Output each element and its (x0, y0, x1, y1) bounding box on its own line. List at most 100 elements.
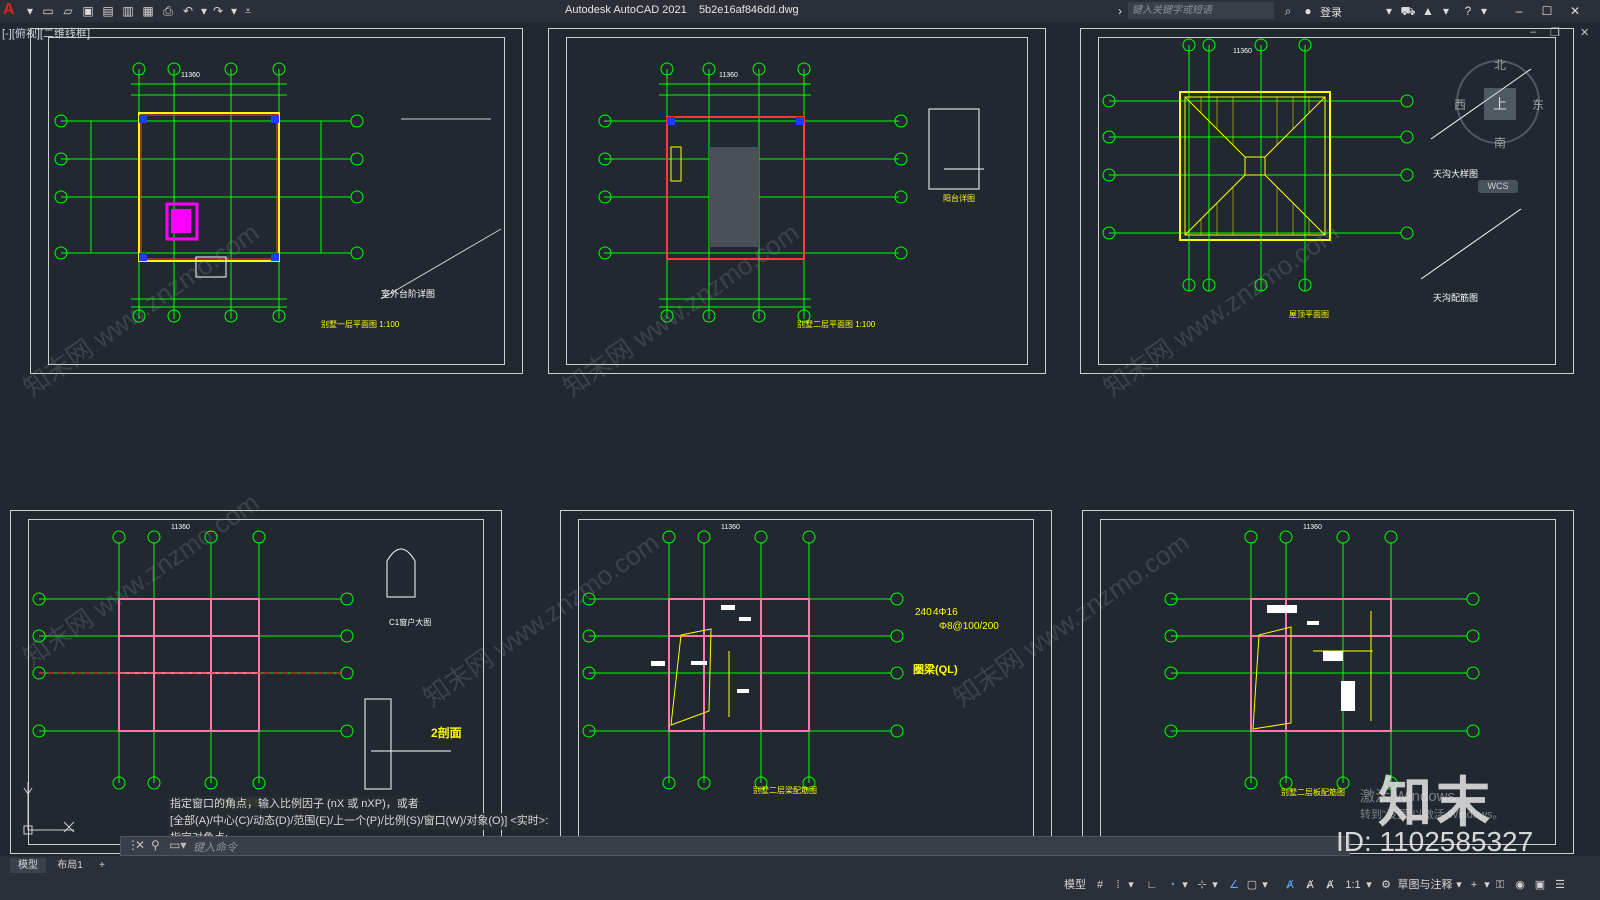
snap-dropdown-icon[interactable]: ▾ (1126, 876, 1136, 894)
dim-total: 11360 (721, 524, 740, 531)
object-snap-tracking-icon[interactable]: ∠ (1226, 876, 1242, 894)
workspace-gear-icon[interactable]: ⚙ (1378, 876, 1394, 894)
beam-reinforcement-drawing: 4Φ16 Φ8@100/200 240 圈梁(QL) 别墅二层梁配筋图 1136… (582, 524, 999, 795)
isodraft-dropdown-icon[interactable]: ▾ (1210, 876, 1220, 894)
object-snap-dropdown-icon[interactable]: ▾ (1260, 876, 1270, 894)
save-to-web-icon[interactable]: ▦ (140, 3, 156, 19)
isodraft-icon[interactable]: ⊹ (1194, 876, 1210, 894)
search-icon[interactable]: ⌕ (1280, 2, 1296, 20)
dim-total: 11360 (1233, 48, 1252, 55)
annotation-visibility-icon[interactable]: Ⱥ (1282, 876, 1298, 894)
workspace-switch[interactable]: 草图与注释 (1396, 876, 1454, 894)
wcs-menu[interactable]: WCS (1478, 180, 1518, 193)
dim-total: 11360 (171, 524, 190, 531)
beam-dim: 240 (915, 607, 932, 618)
snap-icon[interactable]: ⁞ (1110, 876, 1126, 894)
resource-id-text: ID: 1102585327 (1336, 826, 1534, 857)
sheet-side-title-1: 天沟大样图 (1433, 168, 1478, 179)
sheet-caption: 别墅二层梁配筋图 (753, 785, 817, 795)
minimize-icon[interactable]: – (1510, 2, 1528, 20)
help-dropdown-icon[interactable]: ▾ (1478, 2, 1490, 20)
annotation-scale-value[interactable]: 1:1 (1342, 876, 1364, 894)
sheet-second-floor-plan[interactable]: 阳台详图 别墅二层平面图 1:100 11360 (548, 28, 1046, 374)
beam-note-1: 4Φ16 (933, 607, 958, 618)
sheet-side-title: 室外台阶详图 (381, 288, 435, 299)
second-floor-plan-drawing: 阳台详图 别墅二层平面图 1:100 11360 (598, 62, 984, 329)
customization-menu-icon[interactable]: ☰ (1552, 876, 1568, 894)
sheet-caption: 别墅二层板配筋图 (1281, 787, 1345, 797)
dim-total: 11360 (181, 72, 200, 79)
app-title: Autodesk AutoCAD 2021 (565, 4, 687, 16)
search-input[interactable]: 键入关键字或短语 (1128, 2, 1274, 19)
sheet-side-title-2: 2剖面 (431, 725, 462, 740)
search-expand-icon[interactable]: › (1115, 2, 1125, 20)
model-space-button[interactable]: 模型 (1060, 876, 1090, 894)
sheet-caption: 别墅一层平面图 1:100 (321, 319, 400, 329)
sheet-side-title: 圈梁(QL) (913, 662, 958, 676)
login-dropdown-icon[interactable]: ▾ (1383, 2, 1395, 20)
save-as-icon[interactable]: ▤ (100, 3, 116, 19)
annotation-monitor-icon[interactable]: + (1466, 876, 1482, 894)
maximize-icon[interactable]: ☐ (1538, 2, 1556, 20)
dim-total: 11360 (1303, 524, 1322, 531)
sheet-caption: 屋顶平面图 (1289, 310, 1329, 319)
cart-icon[interactable]: ⛟ (1400, 2, 1416, 20)
sheet-caption: 别墅二层平面图 1:100 (797, 319, 876, 329)
viewcube[interactable]: 上 北 南 东 西 (1454, 58, 1544, 150)
first-floor-plan-drawing: 室外台阶详图 别墅一层平面图 1:100 11360 (54, 62, 502, 329)
add-layout-button[interactable]: + (94, 858, 110, 873)
file-name: 5b2e16af846dd.dwg (698, 4, 799, 16)
a360-dropdown-icon[interactable]: ▾ (1440, 2, 1452, 20)
open-file-icon[interactable]: ▱ (60, 3, 76, 19)
auto-scale-icon[interactable]: Ⱥ (1302, 876, 1318, 894)
user-icon[interactable]: ● (1300, 2, 1316, 20)
command-customize-icon[interactable]: ⚲ (151, 838, 160, 852)
autocad-window: A ▾ ▭ ▱ ▣ ▤ ▥ ▦ ⎙ ↶ ▾ ↷ ▾ ⩡ Autodesk Aut… (0, 0, 1600, 900)
command-input[interactable]: 键入命令 (193, 839, 237, 855)
viewport-close-icon[interactable]: ✕ (1580, 26, 1589, 39)
ortho-icon[interactable]: ∟ (1144, 876, 1160, 894)
sheet-beam-reinforcement[interactable]: 4Φ16 Φ8@100/200 240 圈梁(QL) 别墅二层梁配筋图 1136… (560, 510, 1052, 854)
compass-north-label[interactable]: 北 (1494, 56, 1506, 73)
units-dropdown-icon[interactable]: ▾ (1482, 876, 1492, 894)
compass-west-label[interactable]: 西 (1454, 96, 1466, 113)
title-bar: A ▾ ▭ ▱ ▣ ▤ ▥ ▦ ⎙ ↶ ▾ ↷ ▾ ⩡ Autodesk Aut… (0, 0, 1600, 22)
annotation-scale-icon[interactable]: Ⱥ (1322, 876, 1338, 894)
command-recent-icon[interactable]: ▭▾ (169, 838, 186, 852)
tab-layout1[interactable]: 布局1 (52, 858, 88, 873)
command-close-icon[interactable]: ✕ (135, 838, 145, 852)
compass-east-label[interactable]: 东 (1532, 96, 1544, 113)
grid-icon[interactable]: # (1092, 876, 1108, 894)
window-title: Autodesk AutoCAD 2021 5b2e16af846dd.dwg (565, 4, 799, 16)
polar-dropdown-icon[interactable]: ▾ (1180, 876, 1190, 894)
viewcube-top-face[interactable]: 上 (1484, 88, 1516, 120)
workspace-dropdown-icon[interactable]: ▾ (1454, 876, 1464, 894)
autocad-logo-icon[interactable]: A (3, 1, 19, 21)
dim-total: 11360 (719, 72, 738, 79)
sheet-first-floor-plan[interactable]: 室外台阶详图 别墅一层平面图 1:100 11360 (30, 28, 523, 374)
sheet-side-title-1: C1窗户大图 (389, 617, 431, 627)
quick-properties-icon[interactable]: ⚿ (1492, 876, 1508, 894)
open-from-web-icon[interactable]: ▥ (120, 3, 136, 19)
command-history-line: 指定窗口的角点，输入比例因子 (nX 或 nXP)，或者 (168, 796, 421, 813)
compass-south-label[interactable]: 南 (1494, 134, 1506, 151)
redo-icon[interactable]: ↷ (210, 3, 226, 19)
new-file-icon[interactable]: ▭ (40, 3, 56, 19)
menu-dropdown-icon[interactable]: ▾ (22, 3, 38, 19)
isolate-objects-icon[interactable]: ◉ (1512, 876, 1528, 894)
help-icon[interactable]: ? (1460, 2, 1476, 20)
plot-icon[interactable]: ⎙ (160, 3, 176, 19)
command-line[interactable]: ⋮ ✕ ⚲ ▭▾ 键入命令 (120, 836, 1350, 856)
tab-model[interactable]: 模型 (10, 858, 46, 873)
save-icon[interactable]: ▣ (80, 3, 96, 19)
a360-icon[interactable]: ▲ (1420, 2, 1436, 20)
close-icon[interactable]: ✕ (1566, 2, 1584, 20)
polar-icon[interactable]: ◔ (1164, 876, 1180, 894)
object-snap-icon[interactable]: ▢ (1244, 876, 1260, 894)
scale-dropdown-icon[interactable]: ▾ (1364, 876, 1374, 894)
customize-toolbar-icon[interactable]: ⩡ (240, 3, 256, 19)
undo-icon[interactable]: ↶ (180, 3, 196, 19)
login-button[interactable]: 登录 (1320, 4, 1342, 20)
sheet-side-title-2: 天沟配筋图 (1433, 292, 1478, 303)
hardware-acceleration-icon[interactable]: ▣ (1532, 876, 1548, 894)
